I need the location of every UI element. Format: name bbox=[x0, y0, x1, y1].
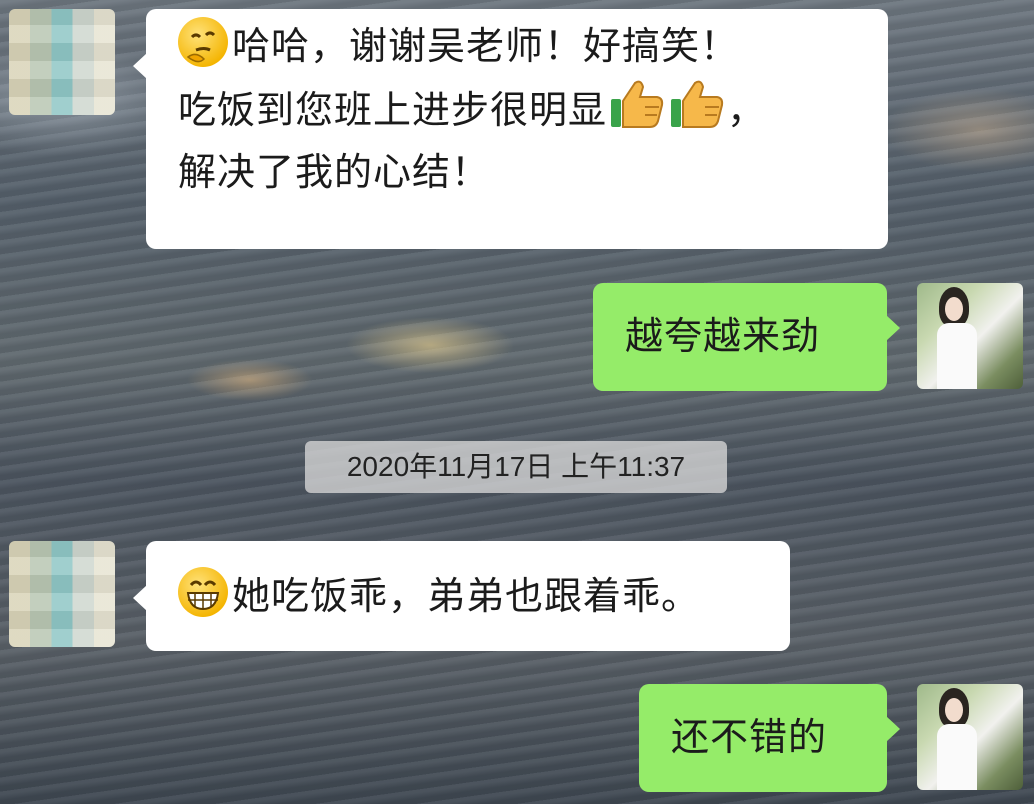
message-text: 解决了我的心结！ bbox=[178, 150, 491, 194]
message-text: 吃饭到您班上进步很明显 bbox=[178, 88, 608, 132]
bubble-tail bbox=[886, 315, 900, 341]
bubble-tail bbox=[133, 585, 147, 611]
message-text: 越夸越来劲 bbox=[625, 314, 821, 358]
message-text: ， bbox=[727, 88, 767, 132]
message-line-1: 哈哈，谢谢吴老师！好搞笑！ bbox=[178, 15, 856, 77]
message-text: 哈哈，谢谢吴老师！好搞笑！ bbox=[232, 24, 740, 68]
message-bubble-outgoing[interactable]: 越夸越来劲 bbox=[593, 283, 900, 391]
message-line-2: 吃饭到您班上进步很明显 ， bbox=[178, 77, 856, 141]
message-line-1: 她吃饭乖，弟弟也跟着乖。 bbox=[178, 565, 758, 627]
self-avatar[interactable] bbox=[917, 283, 1023, 389]
message-timestamp: 2020年11月17日 上午11:37 bbox=[305, 441, 727, 493]
message-text: 她吃饭乖，弟弟也跟着乖。 bbox=[232, 574, 701, 618]
message-bubble-incoming[interactable]: 哈哈，谢谢吴老师！好搞笑！ 吃饭到您班上进步很明显 ， 解决了我的心结！ bbox=[133, 9, 888, 249]
contact-avatar[interactable] bbox=[9, 9, 115, 115]
thumbs-up-emoji bbox=[609, 77, 665, 131]
self-avatar[interactable] bbox=[917, 684, 1023, 790]
contact-avatar[interactable] bbox=[9, 541, 115, 647]
thumbs-up-emoji bbox=[669, 77, 725, 131]
bubble-tail bbox=[133, 53, 147, 79]
bubble-tail bbox=[886, 716, 900, 742]
grinning-face-emoji bbox=[178, 567, 228, 617]
message-line-3: 解决了我的心结！ bbox=[178, 141, 856, 203]
message-bubble-outgoing[interactable]: 还不错的 bbox=[639, 684, 900, 792]
message-text: 还不错的 bbox=[671, 715, 828, 759]
message-bubble-incoming[interactable]: 她吃饭乖，弟弟也跟着乖。 bbox=[133, 541, 790, 651]
thinking-face-emoji bbox=[178, 17, 228, 67]
